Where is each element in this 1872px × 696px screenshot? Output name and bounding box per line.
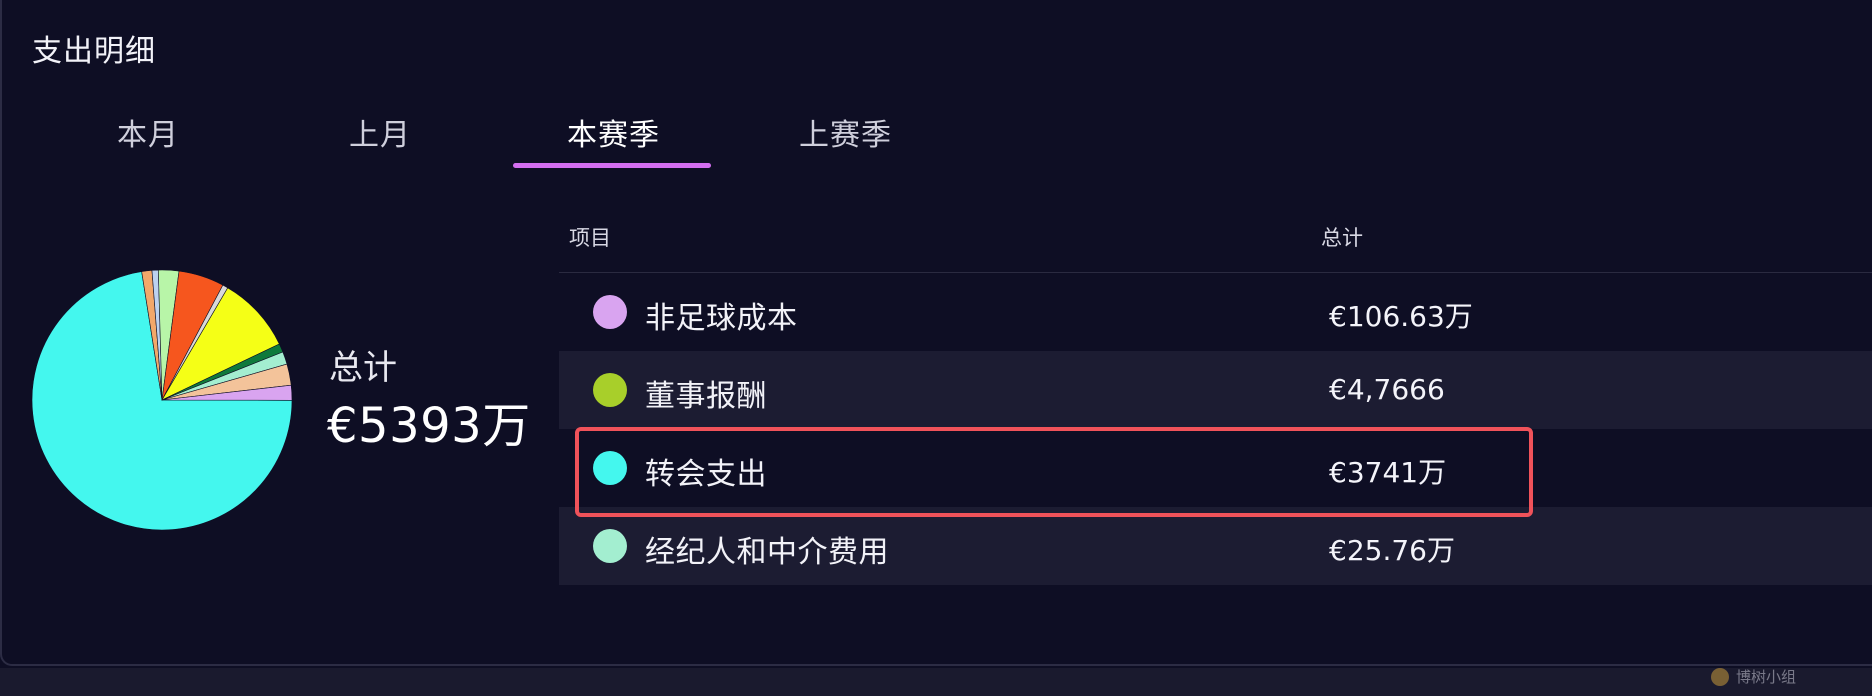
column-header-item: 项目 [569,226,611,250]
row-value: €3741万 [1329,456,1447,489]
row-label: 转会支出 [645,457,767,492]
column-header-total: 总计 [1321,226,1363,250]
row-value: €106.63万 [1329,300,1473,333]
tab-last-month[interactable]: 上月 [349,110,411,154]
legend-dot [593,451,627,485]
row-label: 董事报酬 [645,379,767,414]
row-label: 非足球成本 [645,301,798,336]
table-row[interactable]: 经纪人和中介费用 €25.76万 [559,507,1872,585]
pie-svg [31,269,293,531]
expense-pie-chart [30,268,294,532]
table-row[interactable]: 非足球成本 €106.63万 [559,273,1872,351]
watermark-text: 博树小组 [1736,668,1796,686]
tab-this-month[interactable]: 本月 [117,110,179,154]
row-value: €4,7666 [1329,373,1445,406]
page-bottom-strip [0,668,1872,696]
active-tab-indicator [513,163,711,168]
table-row[interactable]: 转会支出 €3741万 [559,429,1872,507]
watermark-logo: 博树小组 [1711,668,1796,686]
tab-this-season[interactable]: 本赛季 [567,110,660,154]
row-value: €25.76万 [1329,534,1455,567]
panel-title: 支出明细 [32,34,156,69]
table-row[interactable]: 董事报酬 €4,7666 [559,351,1872,429]
tab-last-season[interactable]: 上赛季 [799,110,892,154]
watermark-badge-icon [1711,668,1729,686]
total-label: 总计 [329,348,397,388]
period-tabs: 本月 上月 本赛季 上赛季 [2,100,1002,170]
expense-breakdown-panel: 支出明细 本月 上月 本赛季 上赛季 总计 €5393万 项目 总计 非足球成本… [0,0,1872,666]
row-label: 经纪人和中介费用 [645,535,889,570]
legend-dot [593,295,627,329]
total-value: €5393万 [327,398,531,454]
legend-dot [593,529,627,563]
legend-dot [593,373,627,407]
